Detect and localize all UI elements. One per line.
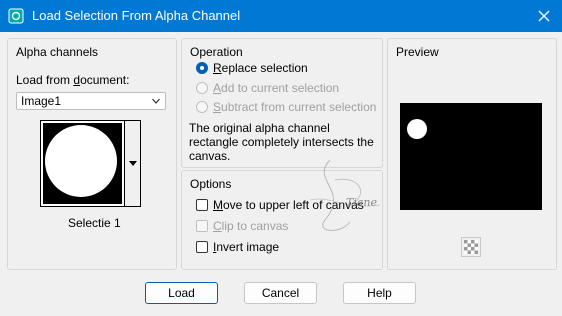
- close-button[interactable]: [534, 6, 554, 26]
- channel-thumbnail-picker[interactable]: [40, 120, 141, 207]
- title-bar: Load Selection From Alpha Channel: [0, 0, 562, 32]
- dropdown-arrow-icon: [129, 161, 137, 166]
- load-button[interactable]: Load: [145, 282, 218, 304]
- radio-indicator: [196, 82, 208, 94]
- dialog-body: Alpha channels Load from document: Image…: [0, 32, 562, 316]
- checkbox-invert-label: Invert image: [213, 240, 280, 254]
- checkbox-indicator: [196, 220, 208, 232]
- chevron-down-icon: [152, 98, 160, 104]
- alpha-channels-label: Alpha channels: [16, 45, 99, 59]
- operation-label: Operation: [190, 45, 243, 59]
- thumbnail-dropdown[interactable]: [124, 121, 140, 206]
- radio-replace-selection[interactable]: Replace selection: [196, 61, 308, 75]
- selection-name: Selectie 1: [68, 216, 121, 230]
- checkbox-indicator: [196, 241, 208, 253]
- options-label: Options: [190, 177, 232, 191]
- radio-add-to-selection[interactable]: Add to current selection: [196, 81, 339, 95]
- radio-replace-label: Replace selection: [213, 61, 308, 75]
- radio-indicator: [196, 62, 208, 74]
- transparency-toggle-button[interactable]: [461, 237, 481, 257]
- channel-thumbnail: [43, 123, 122, 204]
- app-icon: [8, 8, 24, 24]
- checkbox-clip-label: Clip to canvas: [213, 219, 289, 233]
- thumbnail-disc: [45, 125, 117, 197]
- preview-canvas: [400, 103, 542, 210]
- help-button[interactable]: Help: [343, 282, 416, 304]
- radio-add-label: Add to current selection: [213, 81, 340, 95]
- watermark-flourish: [309, 159, 381, 231]
- document-select[interactable]: Image1: [16, 92, 166, 110]
- radio-subtract-from-selection[interactable]: Subtract from current selection: [196, 100, 376, 114]
- close-icon: [538, 10, 550, 22]
- watermark-text: Tiane: [346, 196, 378, 209]
- preview-selection-shape: [407, 119, 427, 139]
- preview-label: Preview: [396, 45, 439, 59]
- checkbox-invert-image[interactable]: Invert image: [196, 240, 279, 254]
- radio-subtract-label: Subtract from current selection: [213, 100, 377, 114]
- cancel-button[interactable]: Cancel: [244, 282, 317, 304]
- checkbox-indicator: [196, 199, 208, 211]
- checkbox-clip-to-canvas[interactable]: Clip to canvas: [196, 219, 288, 233]
- load-from-document-label: Load from document:: [16, 73, 130, 87]
- document-select-value: Image1: [21, 94, 62, 108]
- radio-indicator: [196, 101, 208, 113]
- window-title: Load Selection From Alpha Channel: [32, 8, 241, 23]
- checkerboard-icon: [464, 240, 478, 254]
